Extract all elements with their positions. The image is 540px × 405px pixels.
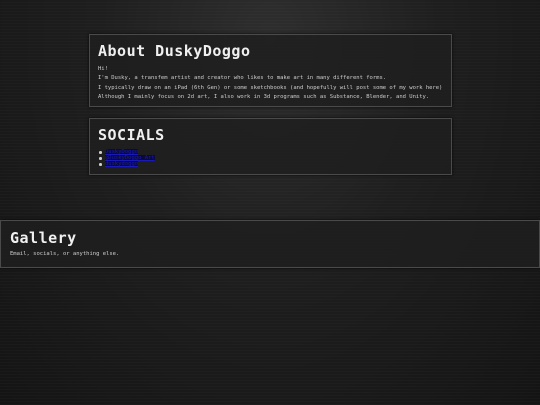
socials-list: DuskyDoggo @DuskyDoggo_Art duskydoggo [98,149,443,167]
gallery-subtitle: Email, socials, or anything else. [10,251,120,257]
gallery-panel: Gallery Email, socials, or anything else… [0,220,540,268]
about-line: I typically draw on an iPad (6th Gen) or… [98,84,443,91]
about-line: Although I mainly focus on 2d art, I als… [98,93,430,100]
gallery-title: Gallery [10,229,77,247]
social-link[interactable]: duskydoggo [105,161,139,167]
socials-panel: SOCIALS DuskyDoggo @DuskyDoggo_Art dusky… [89,118,452,175]
about-title: About DuskyDoggo [98,42,251,60]
about-panel: About DuskyDoggo Hi! I'm Dusky, a transf… [89,34,452,107]
about-line: I'm Dusky, a transfem artist and creator… [98,75,387,82]
about-text: Hi! I'm Dusky, a transfem artist and cre… [98,65,443,102]
socials-title: SOCIALS [98,126,165,144]
social-list-item: duskydoggo [99,161,443,167]
about-line: Hi! [98,66,108,72]
